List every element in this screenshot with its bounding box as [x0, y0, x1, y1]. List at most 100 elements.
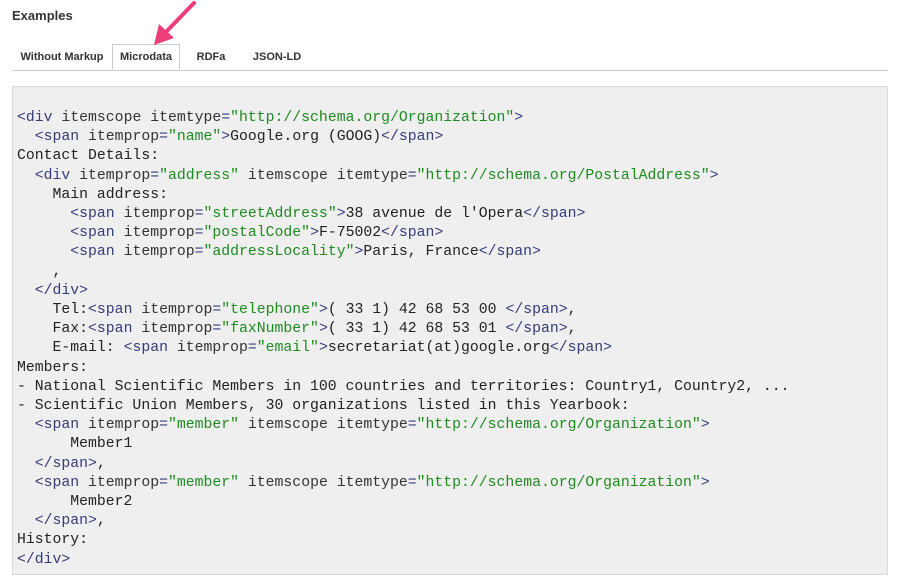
code-token: </span>: [34, 513, 97, 530]
code-token: =: [194, 244, 204, 261]
code-token: "telephone": [221, 302, 319, 319]
code-token: =: [407, 417, 417, 434]
code-token: "faxNumber": [221, 321, 319, 338]
code-token: ( 33 1) 42 68 53 00: [327, 302, 506, 319]
code-line: </span>,: [17, 512, 790, 531]
code-line: </div>: [17, 551, 790, 570]
code-line: Fax:<span itemprop="faxNumber">( 33 1) 4…: [17, 320, 790, 339]
code-token: </span>: [381, 129, 444, 146]
code-line: <div itemscope itemtype="http://schema.o…: [17, 109, 790, 128]
code-token: itemprop: [123, 206, 195, 223]
code-block: <div itemscope itemtype="http://schema.o…: [17, 109, 790, 570]
code-token: =: [159, 474, 168, 491]
code-line: </span>,: [17, 455, 790, 474]
code-token: "member": [167, 417, 240, 434]
code-token: Paris, France: [363, 244, 479, 261]
code-token: <span: [70, 244, 124, 261]
code-line: Member2: [17, 493, 790, 512]
code-token: Member2: [17, 494, 133, 511]
code-token: <span: [88, 302, 142, 319]
code-line: <span itemprop="member" itemscope itemty…: [17, 474, 790, 493]
code-token: <span: [34, 474, 89, 491]
code-token: Members:: [17, 359, 89, 376]
code-line: - Scientific Union Members, 30 organizat…: [17, 397, 790, 416]
code-token: itemprop: [141, 302, 213, 319]
code-token: Member1: [17, 436, 133, 453]
code-token: >: [318, 302, 328, 319]
code-token: itemprop: [176, 340, 248, 357]
code-token: - National Scientific Members in 100 cou…: [17, 378, 790, 395]
code-token: ,: [96, 455, 106, 472]
code-token: F-75002: [318, 225, 382, 242]
code-line: </div>: [17, 282, 790, 301]
code-token: Google.org (GOOG): [230, 129, 382, 146]
code-token: E-mail:: [17, 340, 124, 357]
code-line: <span itemprop="addressLocality">Paris, …: [17, 243, 790, 262]
code-token: - Scientific Union Members, 30 organizat…: [17, 398, 630, 415]
code-token: </span>: [478, 244, 541, 261]
code-token: <span: [70, 206, 124, 223]
code-token: =: [159, 129, 168, 146]
code-token: itemprop: [88, 474, 160, 491]
code-token: >: [221, 129, 231, 146]
code-token: "member": [167, 474, 240, 491]
annotation-arrow-icon: [154, 1, 196, 45]
code-line: - National Scientific Members in 100 cou…: [17, 378, 790, 397]
code-token: "address": [159, 167, 240, 184]
code-token: >: [700, 474, 710, 491]
code-token: "email": [256, 340, 319, 357]
code-line: <div itemprop="address" itemscope itemty…: [17, 167, 790, 186]
code-token: =: [194, 206, 204, 223]
code-token: >: [514, 110, 524, 126]
code-token: </div>: [17, 551, 71, 568]
code-token: "http://schema.org/Organization": [416, 417, 701, 434]
code-token: <div: [34, 167, 80, 184]
code-token: secretariat(at)google.org: [327, 340, 550, 357]
tab-without-markup[interactable]: Without Markup: [12, 44, 112, 69]
code-line: E-mail: <span itemprop="email">secretari…: [17, 339, 790, 358]
code-token: >: [700, 417, 710, 434]
code-token: <span: [88, 321, 142, 338]
code-token: =: [221, 110, 231, 126]
code-token: </span>: [381, 225, 444, 242]
code-line: ,: [17, 263, 790, 282]
code-token: ,: [567, 302, 577, 319]
code-token: itemprop: [123, 225, 195, 242]
code-token: itemprop: [79, 167, 151, 184]
code-token: "http://schema.org/Organization": [230, 110, 515, 126]
tab-bar: Without Markup Microdata RDFa JSON-LD: [12, 44, 888, 71]
code-token: "addressLocality": [203, 244, 355, 261]
code-token: "http://schema.org/Organization": [416, 474, 701, 491]
code-token: </span>: [523, 206, 586, 223]
code-token: 38 avenue de l'Opera: [345, 206, 524, 223]
code-token: </span>: [549, 340, 613, 357]
code-token: </div>: [34, 282, 89, 299]
code-token: =: [194, 225, 204, 242]
tab-json-ld[interactable]: JSON-LD: [242, 44, 312, 69]
code-token: <span: [34, 129, 89, 146]
code-token: itemprop: [141, 321, 213, 338]
code-token: =: [150, 167, 160, 184]
code-token: =: [247, 340, 257, 357]
code-token: Main address:: [17, 186, 168, 203]
code-token: >: [709, 167, 719, 184]
code-token: itemscope itemtype: [61, 110, 222, 126]
section-heading: Examples: [12, 8, 73, 23]
code-line: Member1: [17, 435, 790, 454]
code-token: "http://schema.org/PostalAddress": [416, 167, 710, 184]
code-token: itemprop: [88, 417, 160, 434]
code-token: ( 33 1) 42 68 53 01: [327, 321, 506, 338]
code-token: >: [318, 321, 328, 338]
code-token: <span: [70, 225, 124, 242]
code-token: >: [318, 340, 328, 357]
code-token: itemprop: [123, 244, 195, 261]
code-token: >: [336, 206, 346, 223]
code-token: =: [212, 321, 222, 338]
